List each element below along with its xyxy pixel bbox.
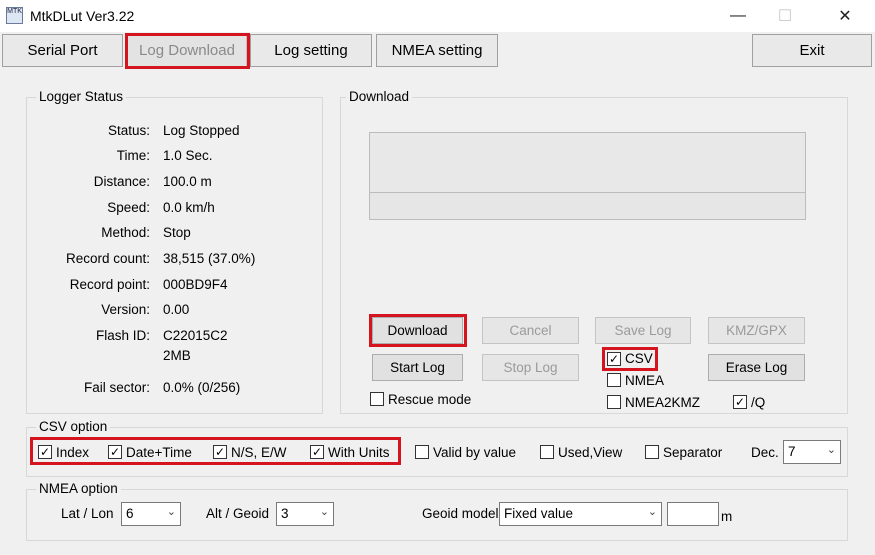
csv-option-title: CSV option: [36, 419, 111, 434]
geoid-model-label: Geoid model: [422, 506, 499, 521]
used-view-checkbox[interactable]: [540, 445, 554, 459]
title-bar: MTK MtkDLut Ver3.22 — ☐ ✕: [0, 0, 875, 32]
q-checkbox-label: /Q: [751, 395, 766, 410]
ns-ew-label: N/S, E/W: [231, 445, 287, 460]
chevron-down-icon: ⌄: [166, 506, 176, 518]
tab-serial-port[interactable]: Serial Port: [2, 34, 123, 67]
alt-geoid-value: 3: [281, 506, 289, 521]
record-count-label: Record count:: [65, 251, 150, 266]
fail-sector-value: 0.0% (0/256): [163, 380, 241, 395]
status-value: Log Stopped: [163, 123, 240, 138]
close-icon[interactable]: ✕: [822, 0, 868, 32]
rescue-mode-checkbox[interactable]: [370, 392, 384, 406]
rescue-mode-label: Rescue mode: [388, 392, 472, 407]
used-view-label: Used,View: [558, 445, 623, 460]
tab-log-setting[interactable]: Log setting: [250, 34, 372, 67]
geoid-unit-label: m: [721, 509, 733, 524]
nmea-option-title: NMEA option: [36, 481, 121, 496]
index-checkbox[interactable]: ✓: [38, 445, 52, 459]
index-label: Index: [56, 445, 90, 460]
ns-ew-checkbox[interactable]: ✓: [213, 445, 227, 459]
distance-value: 100.0 m: [163, 174, 212, 189]
dec-value: 7: [788, 444, 796, 459]
speed-label: Speed:: [107, 200, 150, 215]
dec-label: Dec.: [751, 445, 779, 460]
logger-status-title: Logger Status: [36, 89, 127, 104]
flash-id-label: Flash ID:: [95, 328, 150, 343]
valid-by-value-checkbox[interactable]: [415, 445, 429, 459]
chevron-down-icon: ⌄: [319, 506, 329, 518]
tab-nmea-setting[interactable]: NMEA setting: [376, 34, 498, 67]
dec-select[interactable]: 7 ⌄: [783, 440, 841, 464]
with-units-label: With Units: [328, 445, 390, 460]
exit-button[interactable]: Exit: [752, 34, 872, 67]
chevron-down-icon: ⌄: [826, 444, 836, 456]
save-log-button[interactable]: Save Log: [595, 317, 691, 344]
flash-size-value: 2MB: [163, 348, 191, 363]
erase-log-button[interactable]: Erase Log: [708, 354, 805, 381]
status-label: Status:: [107, 123, 150, 138]
download-log-area: [369, 132, 806, 193]
separator-label: Separator: [663, 445, 723, 460]
geoid-value-input[interactable]: [667, 502, 719, 526]
kmz-gpx-button[interactable]: KMZ/GPX: [708, 317, 805, 344]
q-checkbox[interactable]: ✓: [733, 395, 747, 409]
record-count-value: 38,515 (37.0%): [163, 251, 256, 266]
lat-lon-value: 6: [126, 506, 134, 521]
start-log-button[interactable]: Start Log: [372, 354, 463, 381]
csv-checkbox-label: CSV: [625, 351, 653, 366]
chevron-down-icon: ⌄: [647, 506, 657, 518]
time-value: 1.0 Sec.: [163, 148, 213, 163]
record-point-label: Record point:: [69, 277, 150, 292]
lat-lon-select[interactable]: 6 ⌄: [121, 502, 181, 526]
version-label: Version:: [101, 302, 150, 317]
method-label: Method:: [101, 225, 150, 240]
time-label: Time:: [116, 148, 150, 163]
minimize-icon[interactable]: —: [715, 0, 761, 32]
alt-geoid-label: Alt / Geoid: [206, 506, 270, 521]
app-icon: MTK: [6, 7, 23, 24]
nmea-checkbox[interactable]: [607, 373, 621, 387]
separator-checkbox[interactable]: [645, 445, 659, 459]
lat-lon-label: Lat / Lon: [61, 506, 114, 521]
geoid-model-select[interactable]: Fixed value ⌄: [499, 502, 662, 526]
method-value: Stop: [163, 225, 191, 240]
stop-log-button[interactable]: Stop Log: [482, 354, 579, 381]
download-title: Download: [346, 89, 413, 104]
cancel-button[interactable]: Cancel: [482, 317, 579, 344]
speed-value: 0.0 km/h: [163, 200, 215, 215]
fail-sector-label: Fail sector:: [83, 380, 150, 395]
date-time-checkbox[interactable]: ✓: [108, 445, 122, 459]
tab-log-download[interactable]: Log Download: [127, 34, 247, 67]
distance-label: Distance:: [93, 174, 150, 189]
flash-id-value: C22015C2: [163, 328, 228, 343]
nmea2kmz-checkbox-label: NMEA2KMZ: [625, 395, 701, 410]
record-point-value: 000BD9F4: [163, 277, 228, 292]
with-units-checkbox[interactable]: ✓: [310, 445, 324, 459]
version-value: 0.00: [163, 302, 190, 317]
valid-by-value-label: Valid by value: [433, 445, 517, 460]
nmea-checkbox-label: NMEA: [625, 373, 665, 388]
geoid-model-value: Fixed value: [504, 506, 574, 521]
download-button[interactable]: Download: [372, 317, 463, 344]
date-time-label: Date+Time: [126, 445, 192, 460]
maximize-icon: ☐: [777, 8, 793, 25]
alt-geoid-select[interactable]: 3 ⌄: [276, 502, 334, 526]
nmea2kmz-checkbox[interactable]: [607, 395, 621, 409]
tab-bar: Serial Port Log Download Log setting NME…: [0, 32, 875, 69]
csv-checkbox[interactable]: ✓: [607, 352, 621, 366]
progress-bar: [369, 192, 806, 220]
window-title: MtkDLut Ver3.22: [30, 8, 135, 24]
